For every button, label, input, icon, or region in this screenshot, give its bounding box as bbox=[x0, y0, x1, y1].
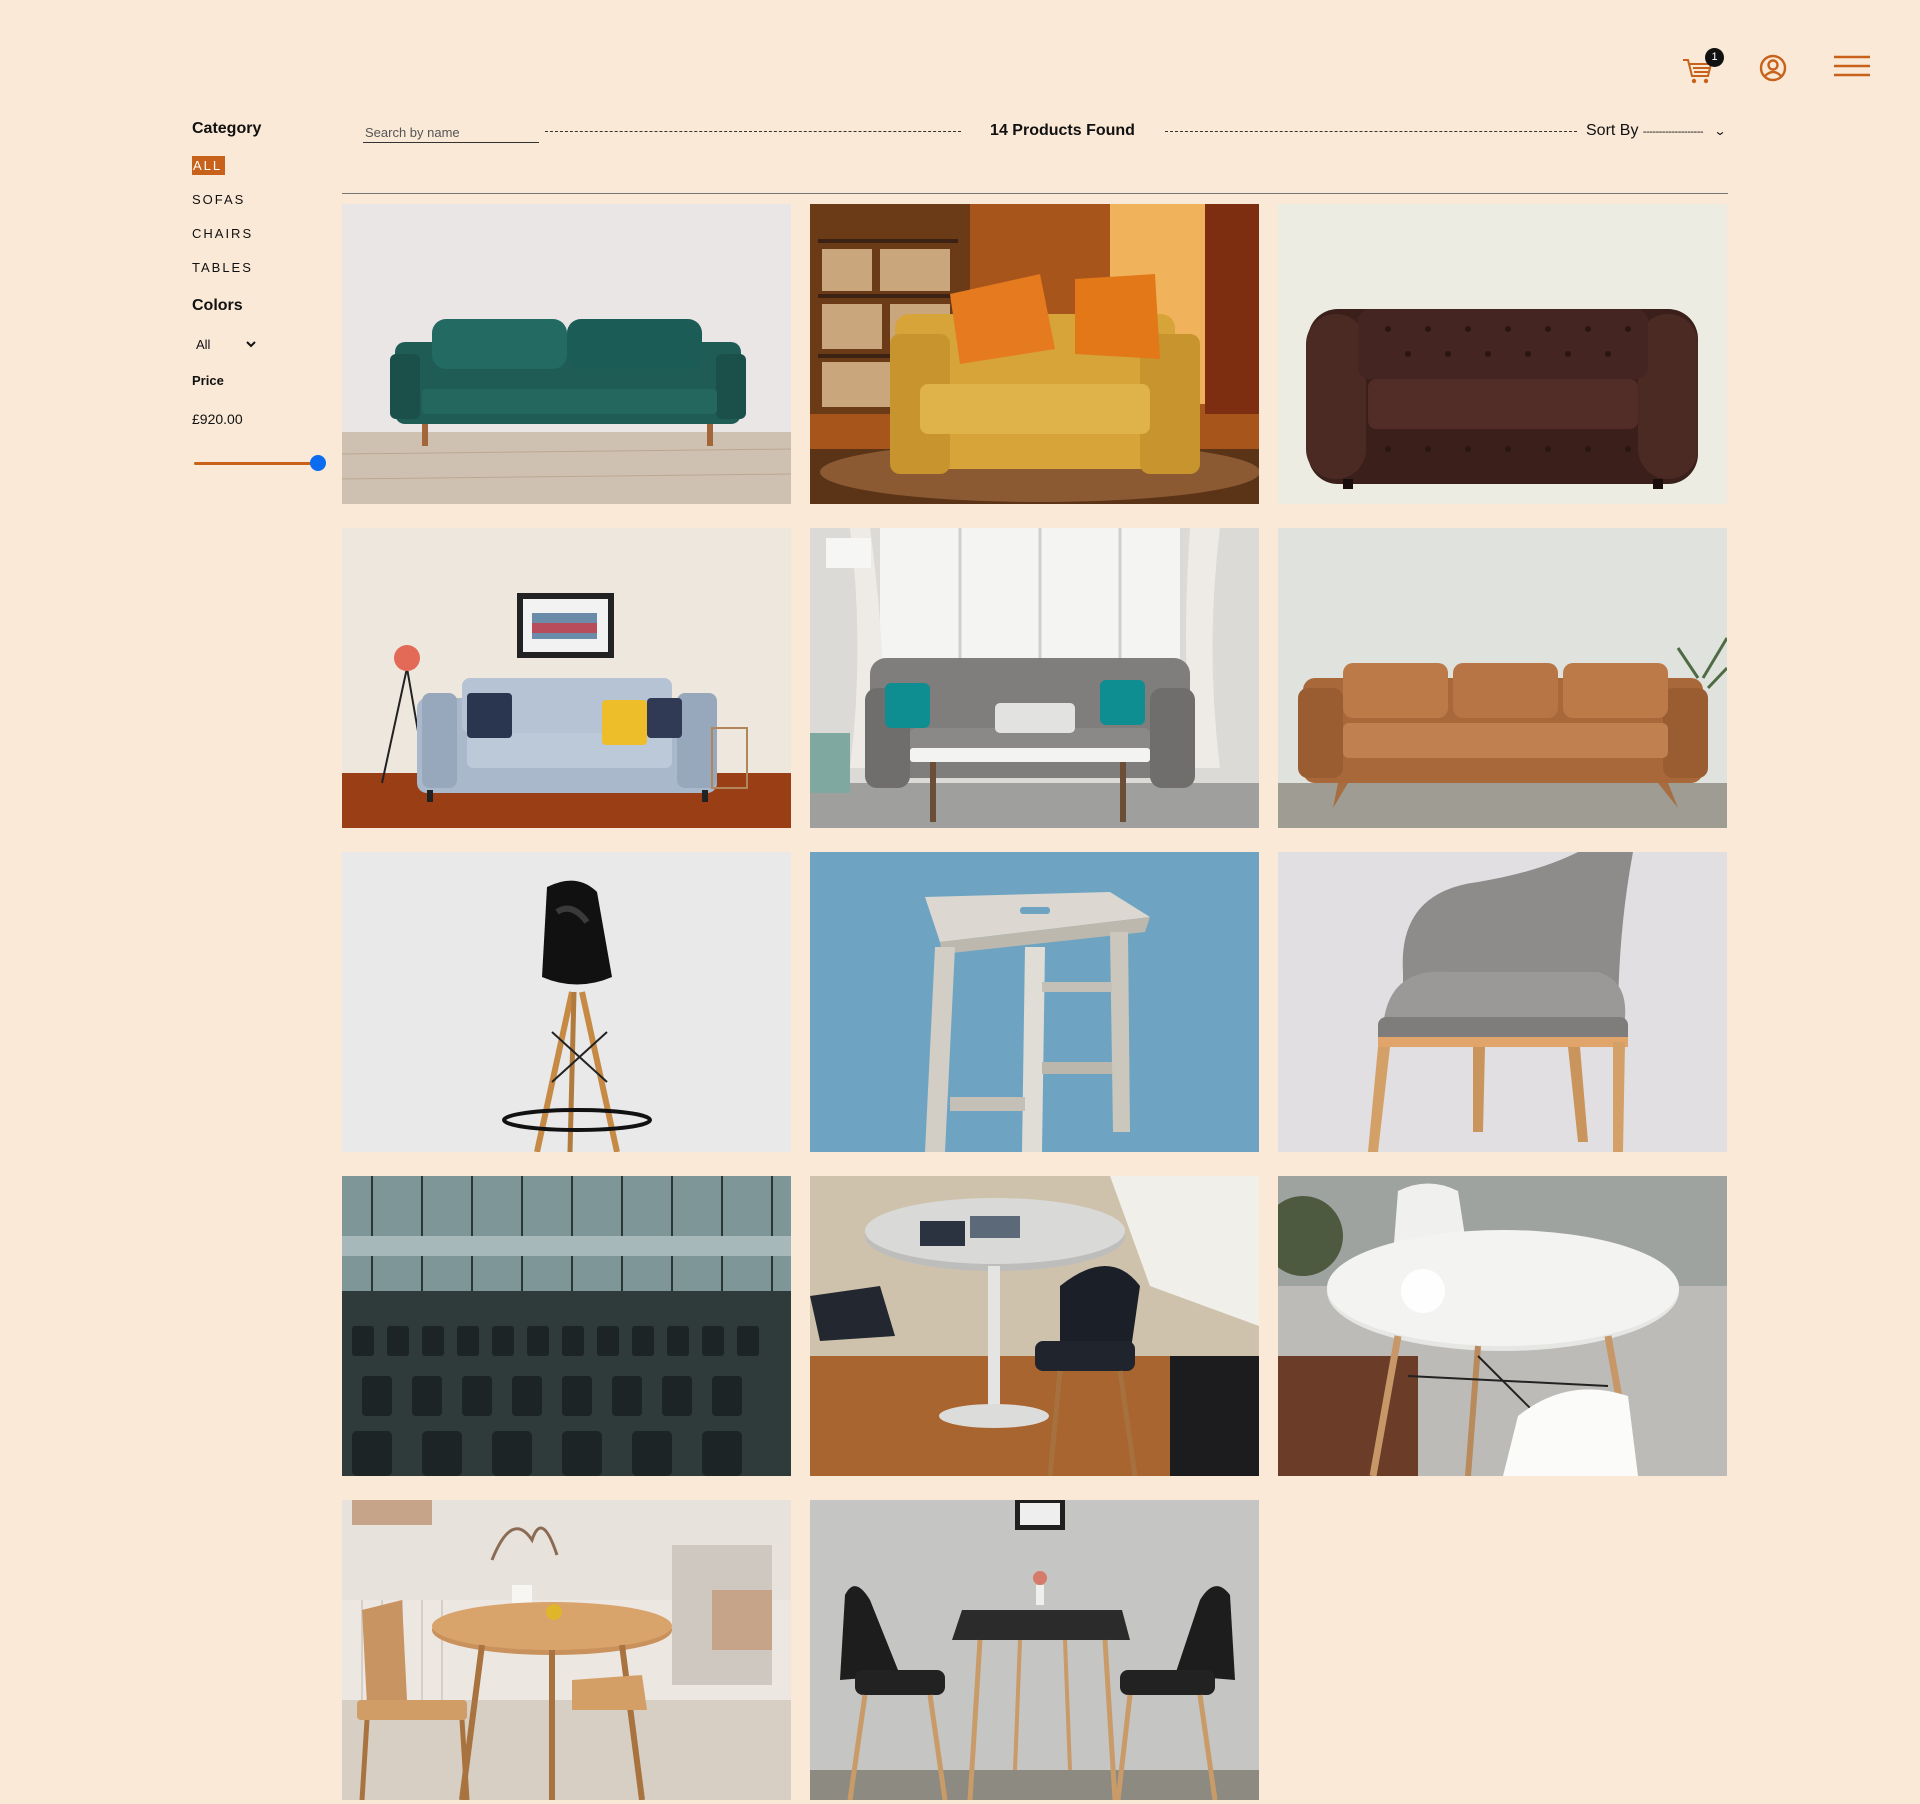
product-image bbox=[810, 528, 1259, 828]
product-card-black-bar-stool[interactable] bbox=[342, 852, 791, 1152]
price-slider-thumb[interactable] bbox=[310, 455, 326, 471]
product-card-yellow-loveseat[interactable] bbox=[810, 204, 1259, 504]
product-card-wooden-dining-set[interactable] bbox=[342, 1500, 791, 1800]
hamburger-icon bbox=[1834, 55, 1870, 77]
price-slider-track bbox=[194, 462, 318, 465]
color-select[interactable]: All bbox=[192, 333, 256, 355]
product-card-brown-chesterfield-sofa[interactable] bbox=[1278, 204, 1727, 504]
colors-heading: Colors bbox=[192, 297, 243, 314]
category-item-sofas[interactable]: SOFAS bbox=[192, 190, 332, 209]
chevron-down-icon bbox=[246, 341, 256, 348]
product-image bbox=[810, 204, 1259, 504]
product-image bbox=[1278, 204, 1727, 504]
sort-by-select[interactable]: Sort By ------------------- ⌄ bbox=[1586, 122, 1728, 140]
product-card-tan-leather-sofa[interactable] bbox=[1278, 528, 1727, 828]
product-image bbox=[342, 528, 791, 828]
product-card-grey-tufted-sofa[interactable] bbox=[810, 528, 1259, 828]
account-button[interactable] bbox=[1758, 53, 1788, 83]
products-found-count: 14 Products Found bbox=[990, 122, 1135, 139]
hamburger-menu-button[interactable] bbox=[1833, 52, 1871, 82]
category-label: ALL bbox=[192, 156, 226, 175]
product-card-wooden-stool[interactable] bbox=[810, 852, 1259, 1152]
price-heading: Price bbox=[192, 373, 224, 388]
category-label: SOFAS bbox=[192, 192, 246, 207]
product-card-round-table-with-chairs[interactable] bbox=[810, 1176, 1259, 1476]
product-image bbox=[810, 852, 1259, 1152]
product-image bbox=[1278, 528, 1727, 828]
price-value: £920.00 bbox=[192, 411, 243, 427]
product-image bbox=[810, 1176, 1259, 1476]
sort-by-label: Sort By bbox=[1586, 122, 1639, 139]
category-list: ALL SOFAS CHAIRS TABLES bbox=[192, 156, 332, 277]
chevron-down-icon: ⌄ bbox=[1713, 124, 1728, 138]
product-card-grey-armchair[interactable] bbox=[1278, 852, 1727, 1152]
category-label: TABLES bbox=[192, 260, 253, 275]
category-item-chairs[interactable]: CHAIRS bbox=[192, 224, 332, 243]
toolbar-divider bbox=[342, 193, 1728, 194]
product-card-white-round-table[interactable] bbox=[1278, 1176, 1727, 1476]
product-image bbox=[1278, 1176, 1727, 1476]
category-item-all[interactable]: ALL bbox=[192, 156, 332, 175]
filter-sidebar: Category ALL SOFAS CHAIRS TABLES Colors … bbox=[192, 120, 332, 471]
divider-dashed bbox=[545, 131, 961, 132]
product-card-black-bistro-set[interactable] bbox=[810, 1500, 1259, 1800]
product-image bbox=[342, 204, 791, 504]
product-card-blue-grey-sofa[interactable] bbox=[342, 528, 791, 828]
product-image bbox=[342, 1500, 791, 1800]
category-item-tables[interactable]: TABLES bbox=[192, 258, 332, 277]
product-image bbox=[1278, 852, 1727, 1152]
cart-count-badge: 1 bbox=[1705, 48, 1724, 67]
user-icon bbox=[1759, 54, 1787, 82]
product-image bbox=[810, 1500, 1259, 1800]
category-label: CHAIRS bbox=[192, 226, 254, 241]
sort-by-value: ------------------- bbox=[1642, 126, 1704, 138]
category-heading: Category bbox=[192, 120, 262, 137]
search-input[interactable] bbox=[363, 122, 539, 143]
product-image bbox=[342, 1176, 791, 1476]
product-card-conference-chairs[interactable] bbox=[342, 1176, 791, 1476]
color-select-value: All bbox=[196, 336, 211, 352]
product-image bbox=[342, 852, 791, 1152]
header-icons: 1 bbox=[0, 48, 1920, 88]
product-card-green-velvet-sofa[interactable] bbox=[342, 204, 791, 504]
price-slider[interactable] bbox=[192, 455, 326, 471]
divider-dashed bbox=[1165, 131, 1577, 132]
products-toolbar: 14 Products Found Sort By --------------… bbox=[342, 120, 1728, 144]
